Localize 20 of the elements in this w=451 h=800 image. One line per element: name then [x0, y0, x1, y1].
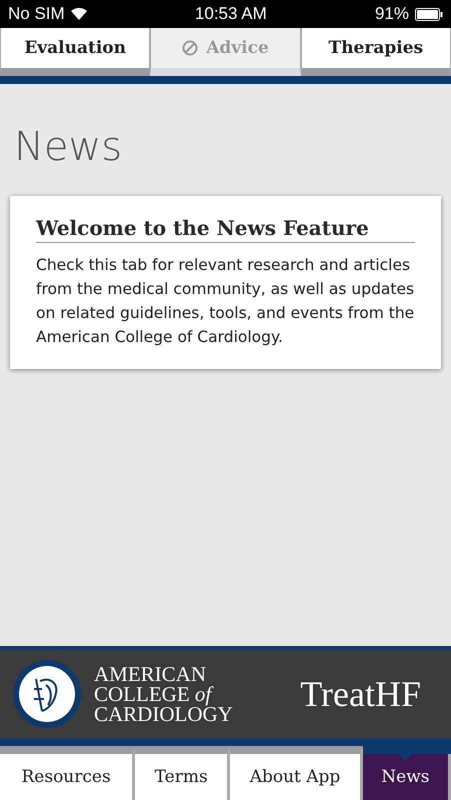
battery-percent: 91%: [374, 4, 409, 24]
page-title: News: [14, 124, 124, 170]
card-body: Check this tab for relevant research and articles from the medical community, as well as updates on related guidelines, tools, and events from the American College of Cardiology.: [36, 255, 415, 348]
nav-tab[interactable]: About App: [230, 746, 363, 800]
app-name: TreatHF: [300, 673, 421, 715]
section-tab[interactable]: Therapies: [300, 28, 451, 76]
battery-icon: [414, 8, 443, 20]
logo-text: CARDIOLOGY: [94, 704, 233, 724]
card-title: Welcome to the News Feature: [36, 216, 415, 243]
logo-text: COLLEGE of: [94, 684, 214, 704]
carrier-label: No SIM: [8, 4, 65, 24]
seal-logo-icon: [12, 659, 82, 729]
clock-time: 10:53 AM: [194, 4, 267, 24]
disabled-icon: [182, 40, 198, 56]
nav-tab[interactable]: News: [362, 754, 451, 800]
section-tab[interactable]: Evaluation: [0, 28, 150, 76]
nav-tab[interactable]: Resources: [0, 746, 136, 800]
nav-tab[interactable]: Terms: [135, 746, 230, 800]
wifi-icon: [70, 8, 87, 20]
logo-text: AMERICAN: [94, 664, 208, 684]
